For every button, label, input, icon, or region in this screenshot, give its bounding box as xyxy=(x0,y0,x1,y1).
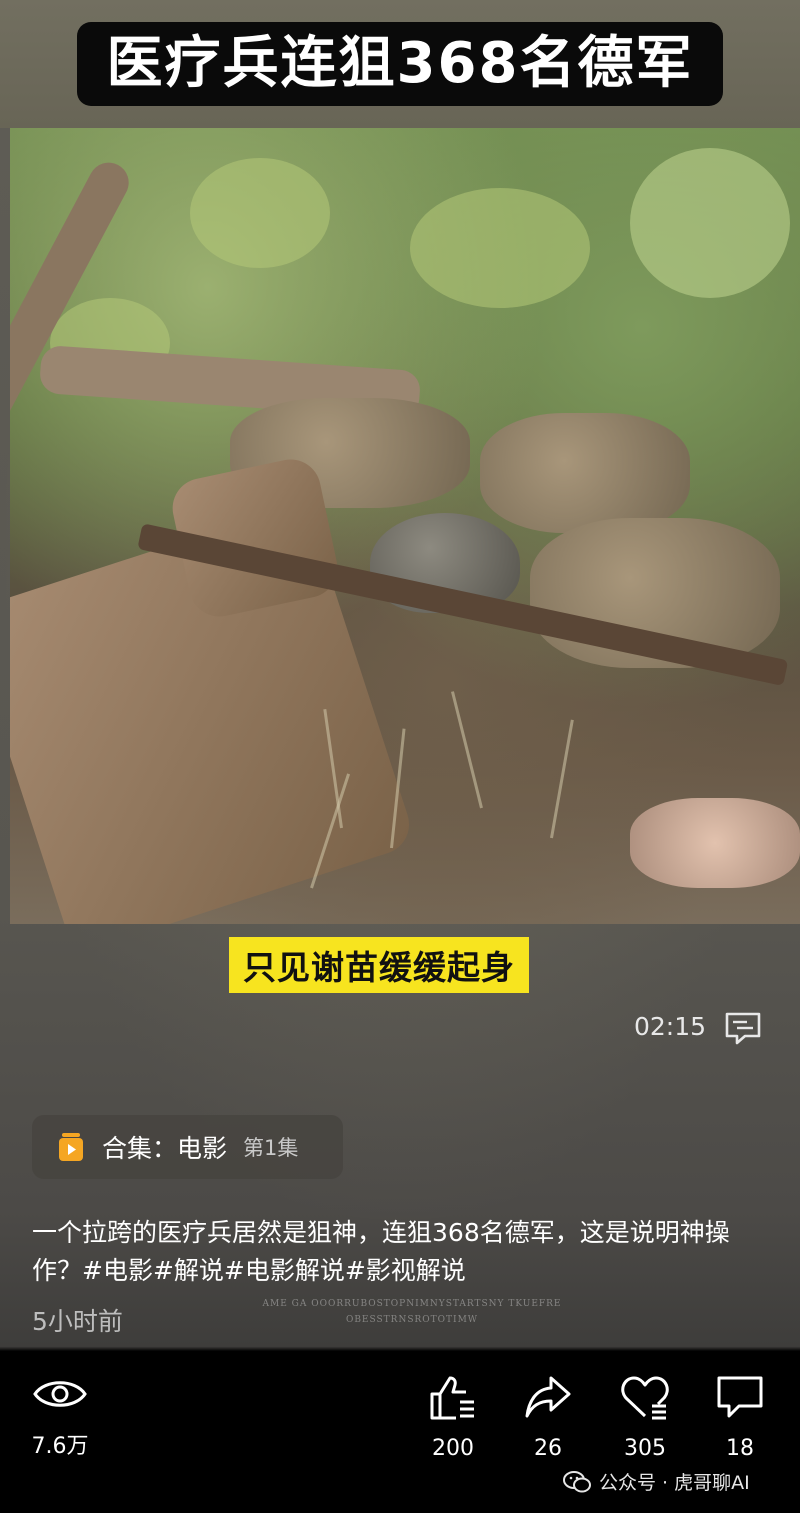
views-count: 7.6万 xyxy=(31,1434,89,1459)
collection-label: 合集：电影 xyxy=(102,1134,228,1163)
wechat-icon xyxy=(563,1470,591,1492)
danmaku-icon[interactable] xyxy=(723,1010,763,1046)
video-grass xyxy=(550,719,574,839)
video-timestamp: 02:15 xyxy=(634,1012,707,1041)
video-player[interactable] xyxy=(10,128,800,924)
share-icon xyxy=(525,1376,571,1418)
video-hand xyxy=(630,798,800,888)
like-button[interactable]: 200 xyxy=(408,1374,498,1461)
video-foliage xyxy=(630,148,790,298)
thumbs-up-icon xyxy=(430,1376,474,1420)
video-foliage xyxy=(410,188,590,308)
share-button[interactable]: 26 xyxy=(503,1374,593,1461)
collection-icon xyxy=(59,1133,83,1161)
comment-icon xyxy=(717,1376,763,1418)
eye-icon xyxy=(33,1381,87,1407)
video-soldier xyxy=(480,413,690,533)
views-counter: 7.6万 xyxy=(15,1374,105,1460)
title-banner: 医疗兵连狙368名德军 xyxy=(0,0,800,128)
wechat-watermark: 公众号 · 虎哥聊AI xyxy=(563,1468,750,1495)
comment-button[interactable]: 18 xyxy=(695,1374,785,1461)
favorite-count: 305 xyxy=(624,1436,666,1461)
wechat-watermark-text: 公众号 · 虎哥聊AI xyxy=(599,1472,750,1494)
video-post-screen: 医疗兵连狙368名德军 只见谢苗缓缓起身 02:15 合集：电影 第1集 一个拉… xyxy=(0,0,800,1513)
title-banner-text: 医疗兵连狙368名德军 xyxy=(76,22,724,106)
comment-count: 18 xyxy=(726,1436,754,1461)
video-foliage xyxy=(190,158,330,268)
video-source-watermark: AME GA OOORRUBOSTOPNIMNYSTARTSNY TKUEFRE… xyxy=(262,1299,562,1325)
like-count: 200 xyxy=(432,1436,474,1461)
post-time: 5小时前 xyxy=(32,1307,123,1336)
video-grass xyxy=(451,691,483,809)
video-subtitle: 只见谢苗缓缓起身 xyxy=(229,937,529,993)
post-description: 一个拉跨的医疗兵居然是狙神，连狙368名德军，这是说明神操作？#电影#解说#电影… xyxy=(32,1218,730,1285)
share-count: 26 xyxy=(534,1436,562,1461)
heart-icon xyxy=(621,1376,669,1420)
collection-chip[interactable]: 合集：电影 第1集 xyxy=(32,1115,343,1179)
favorite-button[interactable]: 305 xyxy=(600,1374,690,1461)
collection-episode: 第1集 xyxy=(243,1136,299,1160)
